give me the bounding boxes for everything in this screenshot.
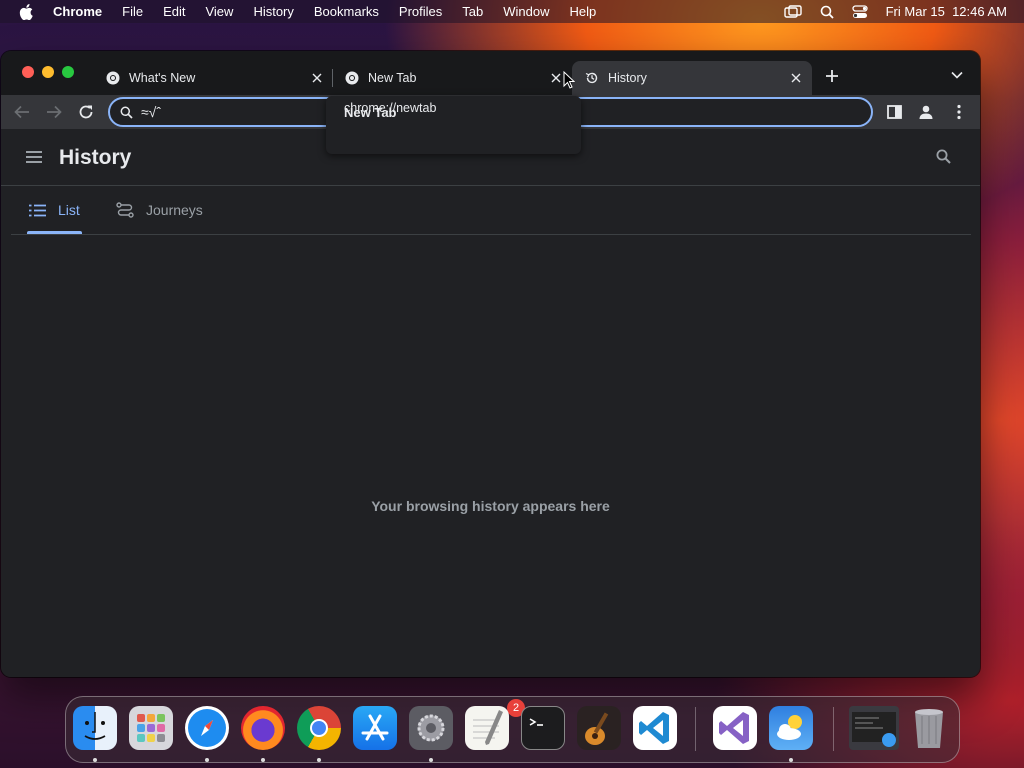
tab-whats-new[interactable]: What's New xyxy=(99,61,331,95)
apple-menu-icon[interactable] xyxy=(19,3,35,20)
dock-safari-icon[interactable] xyxy=(185,706,229,750)
dock-running-indicator xyxy=(261,758,265,762)
menu-app-name[interactable]: Chrome xyxy=(53,4,102,19)
tab-hover-card: New Tab chrome://newtab xyxy=(326,96,581,154)
dock-app-store-icon[interactable] xyxy=(353,706,397,750)
profile-icon[interactable] xyxy=(916,102,936,122)
menu-tab[interactable]: Tab xyxy=(462,4,483,19)
zoom-window-button[interactable] xyxy=(62,66,74,78)
spotlight-search-icon[interactable] xyxy=(820,5,834,19)
menu-view[interactable]: View xyxy=(205,4,233,19)
new-tab-button[interactable] xyxy=(825,69,839,83)
search-history-icon[interactable] xyxy=(936,149,951,164)
menu-bookmarks[interactable]: Bookmarks xyxy=(314,4,379,19)
menubar-clock[interactable]: Fri Mar 15 12:46 AM xyxy=(886,4,1007,19)
hover-card-url: chrome://newtab xyxy=(344,101,437,115)
menu-edit[interactable]: Edit xyxy=(163,4,185,19)
empty-history-message: Your browsing history appears here xyxy=(371,498,610,514)
dock-garageband-icon[interactable] xyxy=(577,706,621,750)
chrome-window: What's New New Tab History ≈√ˆ History L… xyxy=(1,51,980,677)
tab-separator xyxy=(332,69,333,87)
dock-system-preferences-icon[interactable] xyxy=(409,706,453,750)
dock-running-indicator xyxy=(205,758,209,762)
mouse-cursor-icon xyxy=(563,71,575,89)
history-page: History List Journeys Your browsing hist… xyxy=(1,129,980,677)
history-tabs: List Journeys xyxy=(1,186,980,234)
dock-weather-icon[interactable] xyxy=(769,706,813,750)
list-icon xyxy=(29,204,46,217)
tab-journeys[interactable]: Journeys xyxy=(116,186,203,234)
tab-strip: What's New New Tab History xyxy=(1,51,980,95)
side-panel-icon[interactable] xyxy=(884,102,904,122)
dock-finder-icon[interactable] xyxy=(73,706,117,750)
close-tab-icon[interactable] xyxy=(310,71,324,85)
back-button[interactable] xyxy=(12,102,32,122)
tab-title: History xyxy=(608,71,647,85)
dock-textedit-icon[interactable] xyxy=(465,706,509,750)
dock-separator xyxy=(695,707,696,751)
tab-list-label: List xyxy=(58,202,80,218)
dock-visual-studio-icon[interactable] xyxy=(713,706,757,750)
menu-bar: Chrome File Edit View History Bookmarks … xyxy=(0,0,1024,23)
journeys-icon xyxy=(116,202,134,218)
screen-mirroring-icon[interactable] xyxy=(783,4,802,19)
dock-launchpad-icon[interactable] xyxy=(129,706,173,750)
dock-terminal-icon[interactable] xyxy=(521,706,565,750)
chrome-icon xyxy=(345,71,359,85)
menu-profiles[interactable]: Profiles xyxy=(399,4,442,19)
dock-vscode-icon[interactable] xyxy=(633,706,677,750)
dock: 2 xyxy=(65,696,960,763)
menu-file[interactable]: File xyxy=(122,4,143,19)
forward-button[interactable] xyxy=(44,102,64,122)
dock-trash-icon[interactable] xyxy=(907,706,951,750)
dock-running-indicator xyxy=(317,758,321,762)
dock-running-indicator xyxy=(429,758,433,762)
menu-hamburger-icon[interactable] xyxy=(25,149,43,165)
minimize-window-button[interactable] xyxy=(42,66,54,78)
dock-running-indicator xyxy=(789,758,793,762)
search-icon xyxy=(120,106,133,119)
dock-running-indicator xyxy=(93,758,97,762)
dock-separator xyxy=(833,707,834,751)
chrome-icon xyxy=(106,71,120,85)
tab-new-tab[interactable]: New Tab xyxy=(338,61,570,95)
page-title: History xyxy=(59,146,132,169)
tab-title: What's New xyxy=(129,71,196,85)
menu-window[interactable]: Window xyxy=(503,4,549,19)
tab-list[interactable]: List xyxy=(29,186,80,234)
tab-search-chevron-icon[interactable] xyxy=(951,71,963,79)
more-menu-icon[interactable] xyxy=(949,102,969,122)
tab-title: New Tab xyxy=(368,71,417,85)
dock-firefox-icon[interactable] xyxy=(241,706,285,750)
tab-journeys-label: Journeys xyxy=(146,202,203,218)
menu-help[interactable]: Help xyxy=(570,4,597,19)
close-tab-icon[interactable] xyxy=(549,71,563,85)
reload-button[interactable] xyxy=(76,102,96,122)
menu-history[interactable]: History xyxy=(253,4,293,19)
omnibox-input[interactable]: ≈√ˆ xyxy=(141,104,161,120)
close-tab-icon[interactable] xyxy=(789,71,803,85)
history-icon xyxy=(585,71,599,85)
dock-screenshot-icon[interactable] xyxy=(849,706,899,750)
dock-chrome-icon[interactable] xyxy=(297,706,341,750)
control-center-icon[interactable] xyxy=(851,4,868,19)
close-window-button[interactable] xyxy=(22,66,34,78)
tab-history[interactable]: History xyxy=(572,61,812,95)
tabs-divider xyxy=(11,234,971,235)
